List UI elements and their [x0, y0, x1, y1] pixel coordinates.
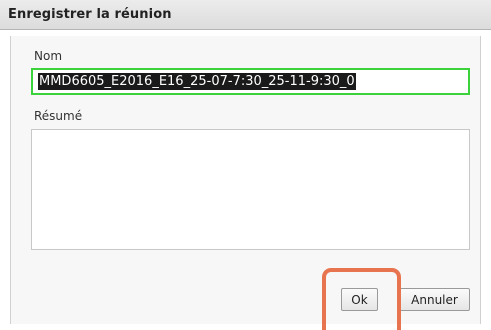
dialog-body: Nom MMD6605_E2016_E16_25-07-7:30_25-11-9…	[10, 36, 481, 330]
ok-button[interactable]: Ok	[341, 288, 378, 311]
cancel-button[interactable]: Annuler	[399, 288, 470, 311]
dialog-title: Enregistrer la réunion	[8, 7, 172, 22]
name-input-selected-text[interactable]: MMD6605_E2016_E16_25-07-7:30_25-11-9:30_…	[38, 73, 356, 90]
dialog-titlebar[interactable]: Enregistrer la réunion	[0, 0, 491, 30]
summary-label: Résumé	[34, 109, 83, 123]
summary-textarea[interactable]	[31, 129, 470, 250]
name-label: Nom	[34, 49, 63, 63]
name-input[interactable]: MMD6605_E2016_E16_25-07-7:30_25-11-9:30_…	[31, 68, 470, 95]
save-meeting-dialog: Enregistrer la réunion Nom MMD6605_E2016…	[0, 0, 491, 330]
